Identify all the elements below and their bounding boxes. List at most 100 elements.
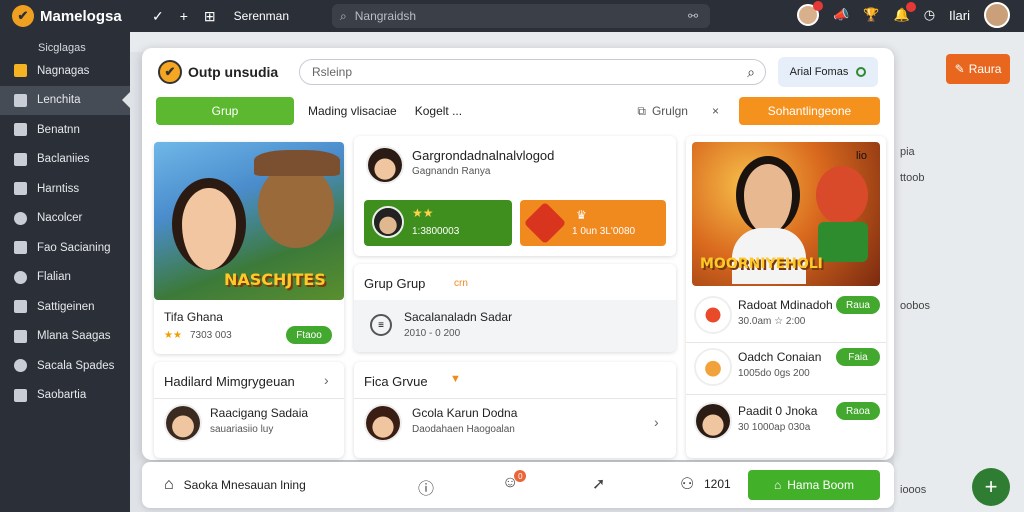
sidebar-item[interactable]: Harntiss [0, 174, 130, 204]
smile-icon[interactable]: ☺ 0 [502, 470, 527, 492]
notification-icon[interactable]: 🔔 [894, 2, 916, 23]
list-card-title: Fica Grvue [364, 374, 428, 389]
tab-group-button[interactable]: Grup [156, 97, 294, 125]
tab-item[interactable]: Mading vlisaciae [308, 104, 397, 118]
sidebar-item-label: Harntiss [37, 182, 80, 195]
featured-artwork[interactable]: MOORNIYEHOLI lio [692, 142, 880, 286]
sidebar-item[interactable]: Baclaniies [0, 145, 130, 175]
background-right-column: ✎ Raura pia ttoob oobos iooos + [894, 32, 1024, 512]
search-icon: ⌕ [340, 8, 347, 23]
tab-item[interactable]: Kogelt ... [415, 104, 462, 118]
game-artwork: NASCHJTES [154, 142, 344, 300]
chevron-right-icon[interactable]: › [324, 372, 329, 388]
sidebar-item-label: Saobartia [37, 389, 87, 402]
tab-row: Grup Mading vlisaciae Kogelt ... ⧉ Grulgn… [156, 97, 880, 125]
person-name[interactable]: Gcola Karun Dodna [412, 406, 517, 420]
edit-icon: ✎ [954, 62, 965, 76]
profile-avatar[interactable] [366, 146, 404, 184]
divider [686, 342, 886, 343]
list-item-name: Oadch Conaian [738, 350, 822, 364]
list-item-button[interactable]: Faia [836, 348, 880, 366]
home-icon[interactable]: ⌂ [164, 476, 174, 494]
compass-icon[interactable]: ⓘ [418, 475, 434, 499]
sidebar-item[interactable]: Flalian [0, 263, 130, 293]
tile-avatar [372, 206, 404, 238]
list-item[interactable]: Radoat Mdinadoh 30.0am ☆ 2:00 Raua [692, 290, 880, 342]
orange-stat-tile[interactable]: ♛ 1 0un 3L'0080 [520, 200, 666, 246]
plus-icon[interactable]: + [180, 8, 188, 25]
background-label: iooos [900, 484, 927, 496]
list-item-button[interactable]: Raoa [836, 402, 880, 420]
list-card: Hadilard Mimgrygeuan › Raacigang Sadaia … [154, 362, 344, 458]
close-tab-icon[interactable]: × [712, 104, 719, 118]
main-panel: ✔ Outp unsudia Rsleinp ⌕ Arial Fomas Gru… [142, 48, 894, 460]
user-avatar[interactable] [984, 2, 1010, 28]
orange-action-button[interactable]: Sohantlingeone [739, 97, 880, 125]
calendar-icon [14, 152, 27, 166]
clock-icon[interactable]: ◷ [924, 7, 935, 23]
group-item-sub: 2010 - 0 200 [404, 328, 461, 339]
background-label: oobos [900, 300, 930, 312]
sidebar-item-label: Flalian [37, 271, 71, 284]
list-item-name: Paadit 0 Jnoka [738, 404, 818, 418]
trophy-icon[interactable]: 🏆 [863, 7, 879, 23]
top-right-actions: 📣 🏆 🔔 ◷ Ilari [797, 1, 1010, 28]
user-icon[interactable]: ⚇ [680, 474, 694, 494]
global-search-placeholder: Nangraidsh [354, 9, 417, 23]
person-name[interactable]: Raacigang Sadaia [210, 406, 308, 420]
global-search-input[interactable]: ⌕ Nangraidsh ⚯ [332, 4, 710, 28]
game-name: Tifa Ghana [164, 310, 223, 324]
add-fab-button[interactable]: + [972, 468, 1010, 506]
home-button[interactable]: ⌂ Hama Boom [748, 470, 880, 500]
brand[interactable]: ✔ Mamelogsa [12, 5, 142, 27]
panel-logo-icon: ✔ [158, 60, 182, 84]
list-item[interactable]: Paadit 0 Jnoka 30 1000ap 030a Raoa [692, 398, 880, 450]
sidebar-item[interactable]: Mlana Saagas [0, 322, 130, 352]
group-item[interactable]: ≡ Sacalanaladn Sadar 2010 - 0 200 [354, 300, 676, 352]
sidebar-item-active[interactable]: Lenchita [0, 85, 130, 115]
sidebar-item[interactable]: Fao Sacianing [0, 233, 130, 263]
list-icon [14, 93, 27, 107]
grid-icon[interactable]: ⊞ [204, 8, 216, 25]
check-icon[interactable]: ✓ [152, 8, 164, 25]
panel-search-input[interactable]: Rsleinp ⌕ [299, 59, 766, 85]
list-item[interactable]: Oadch Conaian 1005do 0gs 200 Faia [692, 344, 880, 394]
game-card[interactable]: NASCHJTES Tifa Ghana ★★ 7303 003 Ftaoo [154, 142, 344, 354]
top-label[interactable]: Serenman [234, 9, 289, 23]
toolbar-icons: ✓ + ⊞ [152, 8, 216, 25]
person-avatar[interactable] [164, 404, 202, 442]
sidebar-item-label: Mlana Saagas [37, 330, 111, 343]
list-item-button[interactable]: Raua [836, 296, 880, 314]
game-play-button[interactable]: Ftaoo [286, 326, 332, 344]
green-stat-tile[interactable]: ★★ 1:3800003 [364, 200, 512, 246]
sidebar-item[interactable]: Sattigeinen [0, 292, 130, 322]
app-name: Mamelogsa [40, 7, 122, 25]
user-label[interactable]: Ilari [949, 8, 970, 23]
sidebar-item-label: Nagnagas [37, 64, 90, 77]
megaphone-icon[interactable]: 📣 [833, 7, 849, 23]
sidebar-item[interactable]: Sacala Spades [0, 351, 130, 381]
filter-dropdown[interactable]: Arial Fomas [778, 57, 878, 87]
divider [354, 398, 676, 399]
chevron-right-icon[interactable]: › [654, 414, 659, 430]
person-avatar[interactable] [364, 404, 402, 442]
list-item-sub: 1005do 0gs 200 [738, 368, 810, 379]
briefcase-icon [14, 123, 27, 137]
panel-search-placeholder: Rsleinp [312, 65, 353, 79]
chevron-down-icon[interactable]: ▼ [450, 373, 461, 385]
sidebar-item[interactable]: Nagnagas [0, 56, 130, 86]
trophy-icon: ♛ [576, 208, 587, 222]
game-art-title: NASCHJTES [224, 270, 326, 289]
filter-icon[interactable]: ⚯ [688, 9, 698, 23]
sidebar-item-label: Baclaniies [37, 153, 90, 166]
background-label: pia [900, 146, 915, 158]
send-icon[interactable]: ➚ [592, 474, 605, 494]
sort-control[interactable]: ⧉ Grulgn [637, 104, 688, 119]
sidebar-item[interactable]: Saobartia [0, 381, 130, 411]
profile-badge-icon[interactable] [797, 1, 824, 26]
background-orange-button[interactable]: ✎ Raura [946, 54, 1010, 84]
profile-title: Gargrondadnalnalvlogod [412, 148, 555, 163]
sidebar-item[interactable]: Nacolcer [0, 204, 130, 234]
sidebar-item[interactable]: Benatnn [0, 115, 130, 145]
bottom-label[interactable]: Saoka Mnesauan lning [184, 478, 306, 492]
